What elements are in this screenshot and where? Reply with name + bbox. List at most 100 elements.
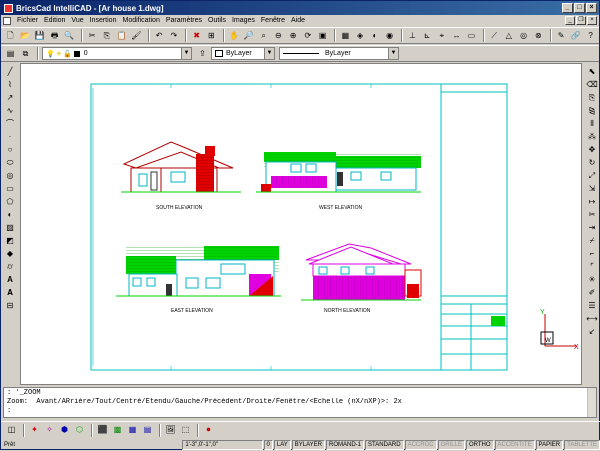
move-icon[interactable]: ✥ <box>586 144 598 155</box>
status-text-style[interactable]: ROMAND-1 <box>326 440 365 450</box>
snap-center-icon[interactable]: ◎ <box>517 29 530 42</box>
gradient-icon[interactable]: ◩ <box>4 235 16 246</box>
erase-icon[interactable]: ⌫ <box>586 79 598 90</box>
status-grid-toggle[interactable]: GRILLE <box>437 440 465 450</box>
new-file-icon[interactable]: 🗋 <box>4 29 17 42</box>
snap-endpoint-icon[interactable]: ⟋ <box>488 29 501 42</box>
arc-icon[interactable]: ⌒ <box>4 118 16 129</box>
image-attach-icon[interactable]: 🖼 <box>164 424 177 437</box>
offset-icon[interactable]: ⫴ <box>586 118 598 129</box>
array-icon[interactable]: ⁂ <box>586 131 598 142</box>
scale-icon[interactable]: ⤢ <box>586 170 598 181</box>
copy-icon[interactable]: ⎘ <box>101 29 114 42</box>
cylinder-icon[interactable]: ⌭ <box>4 261 16 272</box>
command-scrollbar[interactable] <box>587 388 596 417</box>
select-pointer-icon[interactable]: ⬉ <box>586 66 598 77</box>
save-icon[interactable]: 💾 <box>34 29 47 42</box>
leader-icon[interactable]: ↙ <box>586 326 598 337</box>
pan-icon[interactable]: ✋ <box>228 29 241 42</box>
mirror-icon[interactable]: ⧎ <box>586 105 598 116</box>
layer-merge-icon[interactable]: ⬢ <box>58 424 71 437</box>
point-icon[interactable]: · <box>4 131 16 142</box>
doc-close-button[interactable]: × <box>587 16 597 25</box>
doc-minimize-button[interactable]: _ <box>565 16 575 25</box>
menu-outils[interactable]: Outils <box>205 17 229 24</box>
zoom-previous-icon[interactable]: ⊖ <box>272 29 285 42</box>
trim-icon[interactable]: ✂ <box>586 209 598 220</box>
mtext-icon[interactable]: 𝐀 <box>4 287 16 298</box>
record-icon[interactable]: ⏺ <box>202 424 215 437</box>
layer-dropdown-icon[interactable]: ▼ <box>181 48 191 59</box>
chamfer-icon[interactable]: ⌐ <box>586 248 598 259</box>
status-lay[interactable]: LAY <box>273 440 291 450</box>
status-dim-style[interactable]: STANDARD <box>365 440 404 450</box>
status-tablet-toggle[interactable]: TABLETTE <box>564 440 600 450</box>
menu-vue[interactable]: Vue <box>68 17 86 24</box>
layer-state-icon[interactable]: ⧉ <box>19 47 32 60</box>
menu-edition[interactable]: Edition <box>41 17 68 24</box>
status-ortho-toggle[interactable]: ORTHO <box>465 440 494 450</box>
minimize-button[interactable]: _ <box>562 3 573 13</box>
polyline-icon[interactable]: ⌇ <box>4 79 16 90</box>
layer-copy-icon[interactable]: ⬡ <box>73 424 86 437</box>
command-prompt[interactable]: : <box>7 407 593 416</box>
line-icon[interactable]: ╱ <box>4 66 16 77</box>
fillet-icon[interactable]: ⌜ <box>586 261 598 272</box>
ellipse-icon[interactable]: ⬭ <box>4 157 16 168</box>
linetype-dropdown-icon[interactable]: ▼ <box>388 48 398 59</box>
maximize-button[interactable]: □ <box>574 3 585 13</box>
region-icon[interactable]: ◐ <box>4 209 16 220</box>
block-insert-icon[interactable]: ⬛ <box>96 424 109 437</box>
ucs-world-icon[interactable]: ⌖ <box>436 29 449 42</box>
match-properties-icon[interactable]: 🖌 <box>130 29 143 42</box>
snap-node-icon[interactable]: ⊗ <box>532 29 545 42</box>
image-clip-icon[interactable]: ⬚ <box>179 424 192 437</box>
view-top-icon[interactable]: ▦ <box>339 29 352 42</box>
ucs-origin-icon[interactable]: ⊾ <box>421 29 434 42</box>
zoom-realtime-icon[interactable]: 🔎 <box>243 29 256 42</box>
layer-tool-icon[interactable]: ✦ <box>28 424 41 437</box>
area-icon[interactable]: ▭ <box>465 29 478 42</box>
redraw-icon[interactable]: ▣ <box>316 29 329 42</box>
paste-icon[interactable]: 📋 <box>115 29 128 42</box>
view-3d-icon[interactable]: ◈ <box>354 29 367 42</box>
layer-select[interactable]: 💡 ☀ 🔓 0 ▼ <box>42 47 192 60</box>
shade-icon[interactable]: ◐ <box>369 29 382 42</box>
ray-icon[interactable]: ↗ <box>4 92 16 103</box>
dimension-icon[interactable]: ⟷ <box>586 313 598 324</box>
delete-icon[interactable]: ✖ <box>190 29 203 42</box>
rotate-icon[interactable]: ↻ <box>586 157 598 168</box>
command-line[interactable]: : '_ZOOM Zoom: Avant/ARrière/Tout/Centré… <box>3 387 597 418</box>
drawing-canvas[interactable]: SOUTH ELEVATION WEST ELEVATION EAST ELEV… <box>20 63 582 385</box>
make-layer-current-icon[interactable]: ⇪ <box>196 47 209 60</box>
menu-aide[interactable]: Aide <box>288 17 308 24</box>
break-icon[interactable]: ⌿ <box>586 235 598 246</box>
rectangle-icon[interactable]: ▭ <box>4 183 16 194</box>
preview-icon[interactable]: 🔍 <box>63 29 76 42</box>
layer-walk-icon[interactable]: ✧ <box>43 424 56 437</box>
hyperlink-icon[interactable]: 🔗 <box>570 29 583 42</box>
menu-images[interactable]: Images <box>229 17 258 24</box>
doc-restore-button[interactable]: ❐ <box>576 16 586 25</box>
edit-polyline-icon[interactable]: ✐ <box>586 287 598 298</box>
menu-parametres[interactable]: Paramètres <box>163 17 205 24</box>
status-entity-snap-toggle[interactable]: ACCENTITE <box>494 440 535 450</box>
close-button[interactable]: × <box>586 3 597 13</box>
stretch-icon[interactable]: ⇲ <box>586 183 598 194</box>
color-dropdown-icon[interactable]: ▼ <box>264 48 274 59</box>
attribute-icon[interactable]: ⊟ <box>4 300 16 311</box>
solid-icon[interactable]: ◆ <box>4 248 16 259</box>
polygon-icon[interactable]: ⬠ <box>4 196 16 207</box>
lengthen-icon[interactable]: ↦ <box>586 196 598 207</box>
status-bylayer[interactable]: BYLAYER <box>291 440 326 450</box>
block-edit-icon[interactable]: ▩ <box>111 424 124 437</box>
hatch-icon[interactable]: ▨ <box>4 222 16 233</box>
properties-icon[interactable]: ☰ <box>586 300 598 311</box>
status-snap-toggle[interactable]: ACCROC <box>404 440 437 450</box>
pencil-icon[interactable]: ✎ <box>555 29 568 42</box>
copy-object-icon[interactable]: ⎘ <box>586 92 598 103</box>
explode-icon[interactable]: ✳ <box>586 274 598 285</box>
open-file-icon[interactable]: 📂 <box>19 29 32 42</box>
menu-fichier[interactable]: Fichier <box>14 17 41 24</box>
render-icon[interactable]: ◉ <box>383 29 396 42</box>
